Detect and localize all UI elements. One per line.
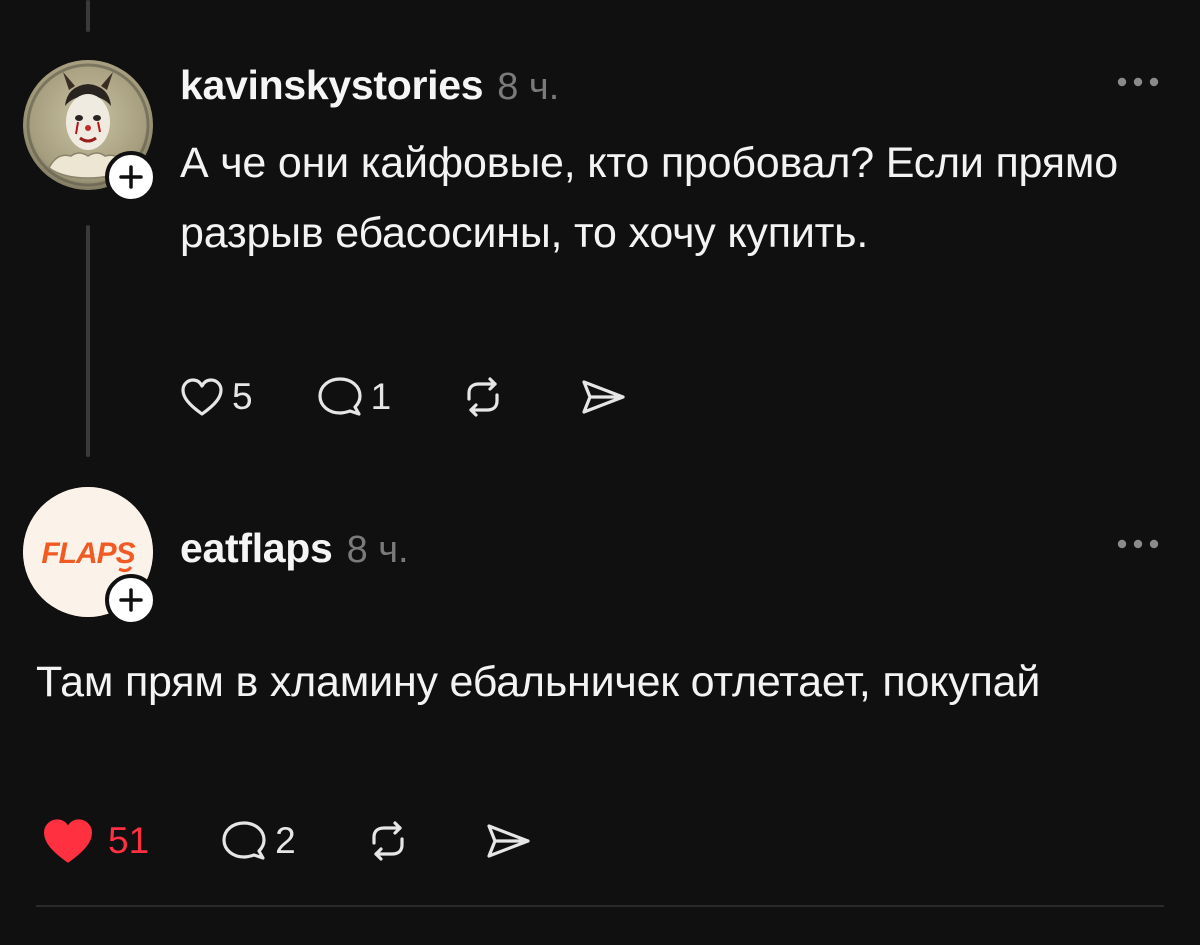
post-header: kavinskystories 8 ч. xyxy=(180,62,559,109)
plus-icon xyxy=(119,588,143,612)
repost-button[interactable] xyxy=(366,819,410,863)
comment-icon xyxy=(317,377,362,416)
reply-count: 1 xyxy=(370,376,392,417)
username[interactable]: eatflaps xyxy=(180,525,333,572)
timestamp: 8 ч. xyxy=(497,66,560,108)
repost-icon xyxy=(467,377,499,417)
like-count: 5 xyxy=(232,376,253,417)
post-text: А че они кайфовые, кто пробовал? Если пр… xyxy=(180,139,1118,257)
send-icon xyxy=(487,824,530,858)
follow-button[interactable] xyxy=(105,151,157,203)
more-options-button[interactable] xyxy=(1108,62,1168,102)
share-button[interactable] xyxy=(484,821,532,861)
plus-icon xyxy=(119,165,143,189)
post-text: Там прям в хламину ебальничек отлетает, … xyxy=(36,658,1041,706)
more-options-button[interactable] xyxy=(1108,524,1168,564)
divider xyxy=(36,905,1164,907)
share-button[interactable] xyxy=(579,377,627,417)
thread-line xyxy=(86,225,90,457)
reply-button[interactable]: 2 xyxy=(221,820,296,862)
heart-filled-icon xyxy=(44,819,92,863)
thread-line-top xyxy=(86,0,90,32)
repost-button[interactable] xyxy=(461,375,505,419)
heart-icon xyxy=(181,378,223,416)
flaps-logo-text: FLAPS xyxy=(41,537,135,570)
action-bar: 51 2 xyxy=(36,817,532,865)
like-button[interactable]: 51 xyxy=(36,817,149,865)
like-count: 51 xyxy=(108,820,150,861)
reply-count: 2 xyxy=(275,820,296,861)
follow-button[interactable] xyxy=(105,574,157,626)
timestamp: 8 ч. xyxy=(346,529,409,571)
action-bar: 5 1 xyxy=(180,375,627,419)
more-icon xyxy=(1117,77,1159,87)
send-icon xyxy=(582,380,625,414)
repost-icon xyxy=(372,821,404,861)
more-icon xyxy=(1117,539,1159,549)
like-button[interactable]: 5 xyxy=(180,376,253,418)
username[interactable]: kavinskystories xyxy=(180,62,484,109)
reply-button[interactable]: 1 xyxy=(317,376,392,418)
comment-icon xyxy=(222,821,266,860)
post-header: eatflaps 8 ч. xyxy=(180,525,409,572)
